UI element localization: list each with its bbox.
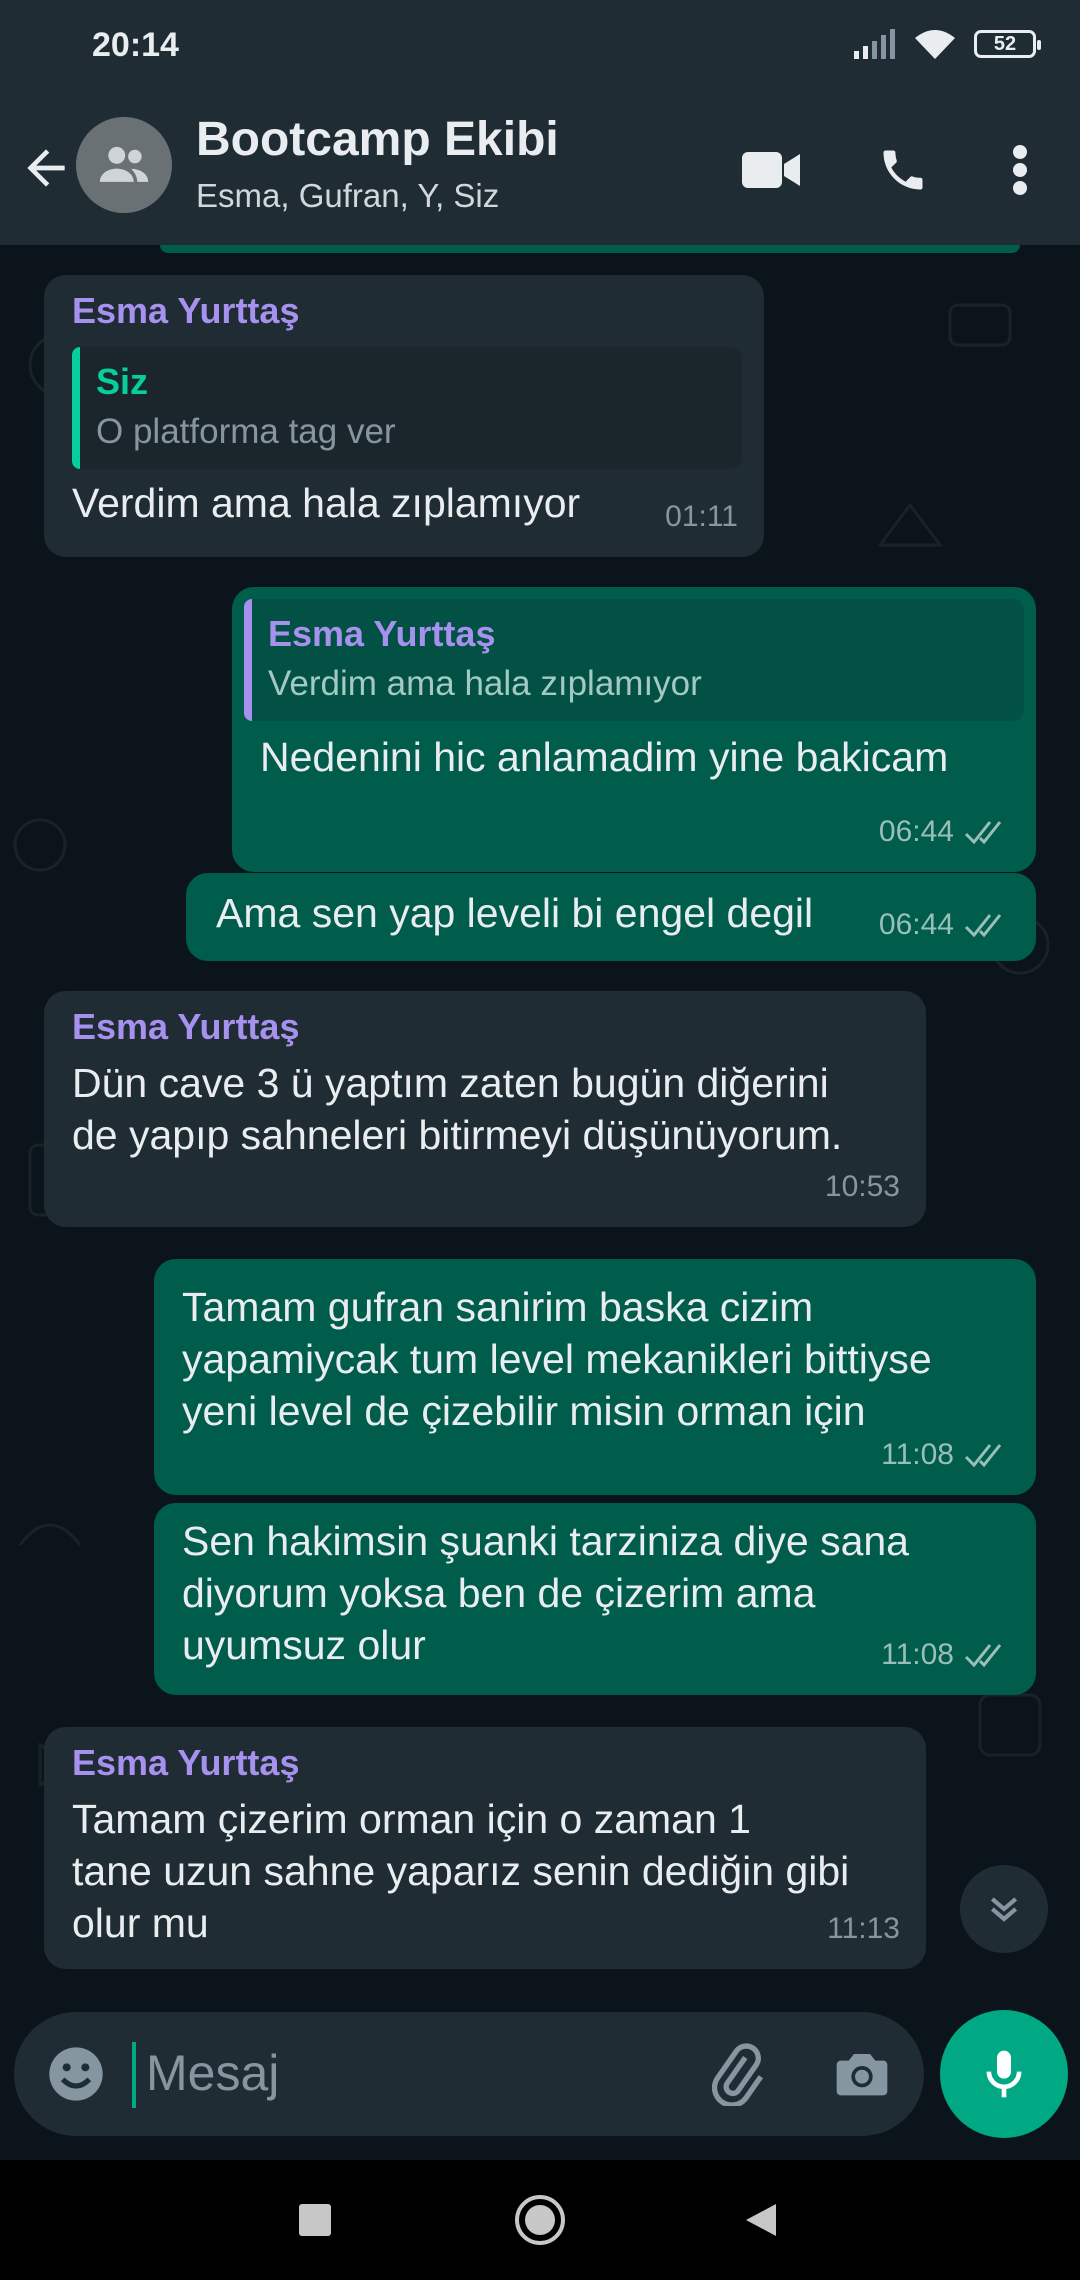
paperclip-icon[interactable] xyxy=(704,2042,768,2106)
status-time: 20:14 xyxy=(92,26,179,64)
message-bubble-outgoing[interactable]: Sen hakimsin şuanki tarziniza diye sana … xyxy=(154,1503,1036,1695)
message-text: Nedenini hic anlamadim yine bakicam xyxy=(260,734,949,780)
circle-icon xyxy=(515,2195,565,2245)
back-nav-button[interactable] xyxy=(730,2190,790,2250)
message-time: 10:53 xyxy=(824,1170,900,1203)
message-time: 01:11 xyxy=(665,500,738,533)
read-receipt-icon xyxy=(964,1644,1002,1668)
message-text: Dün cave 3 ü yaptım zaten bugün diğerini… xyxy=(72,1060,843,1158)
signal-icon xyxy=(854,29,895,59)
more-vertical-icon xyxy=(1013,145,1027,195)
status-icons: 52 xyxy=(852,28,1041,60)
chat-participants[interactable]: Esma, Gufran, Y, Siz xyxy=(196,177,499,215)
home-button[interactable] xyxy=(510,2190,570,2250)
message-sender: Esma Yurttaş xyxy=(72,1742,300,1783)
message-time: 06:44 xyxy=(879,899,1010,951)
message-text: Verdim ama hala zıplamıyor xyxy=(72,480,581,526)
message-text: Tamam gufran sanirim baska cizim yapamiy… xyxy=(182,1284,932,1434)
message-input-box[interactable]: Mesaj xyxy=(14,2012,924,2136)
message-sender: Esma Yurttaş xyxy=(72,1006,300,1047)
read-receipt-icon xyxy=(964,821,1002,845)
double-chevron-down-icon xyxy=(990,1897,1018,1922)
group-icon xyxy=(99,146,149,182)
read-receipt-icon xyxy=(964,1444,1002,1468)
chat-header: Bootcamp Ekibi Esma, Gufran, Y, Siz xyxy=(0,95,1080,245)
message-time: 11:08 xyxy=(881,1629,1010,1681)
chat-title[interactable]: Bootcamp Ekibi xyxy=(196,112,559,167)
voice-call-button[interactable] xyxy=(868,135,938,205)
message-bubble-incoming[interactable]: Esma Yurttaş Tamam çizerim orman için o … xyxy=(44,1727,926,1969)
voice-record-button[interactable] xyxy=(940,2010,1068,2138)
square-icon xyxy=(299,2204,331,2236)
wifi-icon xyxy=(915,30,955,59)
message-bubble-outgoing[interactable]: Tamam gufran sanirim baska cizim yapamiy… xyxy=(154,1259,1036,1495)
status-bar: 20:14 52 xyxy=(0,0,1080,95)
more-options-button[interactable] xyxy=(985,135,1055,205)
video-call-button[interactable] xyxy=(736,135,806,205)
chat-area[interactable]: Esma Yurttaş Siz O platforma tag ver Ver… xyxy=(0,245,1080,2000)
read-receipt-icon xyxy=(964,914,1002,938)
recents-button[interactable] xyxy=(285,2190,345,2250)
message-time: 11:13 xyxy=(827,1912,900,1945)
triangle-back-icon xyxy=(746,2204,776,2236)
back-button[interactable] xyxy=(18,140,74,196)
quoted-text: Verdim ama hala zıplamıyor xyxy=(268,664,702,703)
system-navigation-bar xyxy=(0,2160,1080,2280)
quoted-text: O platforma tag ver xyxy=(96,412,396,451)
message-bubble-outgoing[interactable]: Ama sen yap leveli bi engel degil 06:44 xyxy=(186,873,1036,961)
message-time: 06:44 xyxy=(879,806,1010,858)
quoted-message[interactable]: Siz O platforma tag ver xyxy=(72,347,742,469)
quoted-sender: Siz xyxy=(96,361,149,402)
scroll-to-bottom-button[interactable] xyxy=(960,1865,1048,1953)
message-time: 11:08 xyxy=(881,1429,1010,1481)
message-text: Tamam çizerim orman için o zaman 1 tane … xyxy=(72,1796,850,1946)
microphone-icon xyxy=(986,2050,1022,2098)
quoted-message[interactable]: Esma Yurttaş Verdim ama hala zıplamıyor xyxy=(244,599,1024,721)
quoted-sender: Esma Yurttaş xyxy=(268,613,496,654)
message-bubble-incoming[interactable]: Esma Yurttaş Dün cave 3 ü yaptım zaten b… xyxy=(44,991,926,1227)
camera-icon[interactable] xyxy=(830,2042,894,2106)
phone-icon xyxy=(883,150,923,190)
video-camera-icon xyxy=(742,152,800,188)
emoji-icon[interactable] xyxy=(44,2042,108,2106)
message-sender: Esma Yurttaş xyxy=(72,290,300,331)
message-bubble-incoming[interactable]: Esma Yurttaş Siz O platforma tag ver Ver… xyxy=(44,275,764,557)
battery-level: 52 xyxy=(993,32,1017,55)
arrow-left-icon xyxy=(27,149,65,187)
message-bubble-outgoing[interactable]: Esma Yurttaş Verdim ama hala zıplamıyor … xyxy=(232,587,1036,872)
text-cursor xyxy=(132,2042,136,2108)
battery-icon: 52 xyxy=(974,30,1041,58)
previous-message-edge xyxy=(160,245,1020,253)
group-avatar[interactable] xyxy=(76,117,172,213)
message-input[interactable]: Mesaj xyxy=(146,2044,279,2102)
